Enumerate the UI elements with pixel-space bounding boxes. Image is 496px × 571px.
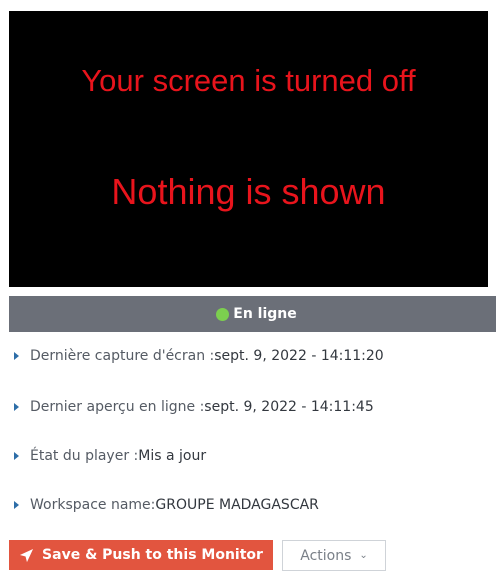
info-value: sept. 9, 2022 - 14:11:20: [214, 348, 384, 364]
caret-right-icon: [14, 501, 19, 509]
actions-label: Actions: [300, 547, 352, 564]
info-value: GROUPE MADAGASCAR: [155, 497, 319, 513]
caret-right-icon: [14, 403, 19, 411]
info-value: Mis a jour: [138, 448, 207, 464]
info-label: État du player :: [30, 448, 139, 464]
save-push-to-monitor-button[interactable]: Save & Push to this Monitor: [9, 540, 273, 570]
push-button-label: Save & Push to this Monitor: [42, 547, 263, 563]
actions-dropdown-button[interactable]: Actions ⌄: [282, 540, 386, 571]
info-item-last-screenshot: Dernière capture d'écran : sept. 9, 2022…: [14, 348, 384, 364]
info-item-workspace: Workspace name: GROUPE MADAGASCAR: [14, 497, 319, 513]
nothing-shown-message: Nothing is shown: [111, 171, 386, 212]
send-icon: [19, 548, 34, 562]
info-item-player-state: État du player : Mis a jour: [14, 448, 206, 464]
monitor-preview-screen: Your screen is turned off Nothing is sho…: [9, 11, 488, 287]
screen-off-message: Your screen is turned off: [81, 63, 416, 98]
online-status-dot-icon: [216, 307, 230, 321]
info-label: Dernier aperçu en ligne :: [30, 399, 205, 415]
info-value: sept. 9, 2022 - 14:11:45: [204, 399, 374, 415]
chevron-down-icon: ⌄: [359, 550, 368, 561]
info-label: Dernière capture d'écran :: [30, 348, 215, 364]
caret-right-icon: [14, 352, 19, 360]
caret-right-icon: [14, 452, 19, 460]
info-item-last-online: Dernier aperçu en ligne : sept. 9, 2022 …: [14, 399, 374, 415]
status-bar: En ligne: [9, 296, 496, 332]
info-label: Workspace name:: [30, 497, 156, 513]
status-label: En ligne: [233, 306, 297, 322]
